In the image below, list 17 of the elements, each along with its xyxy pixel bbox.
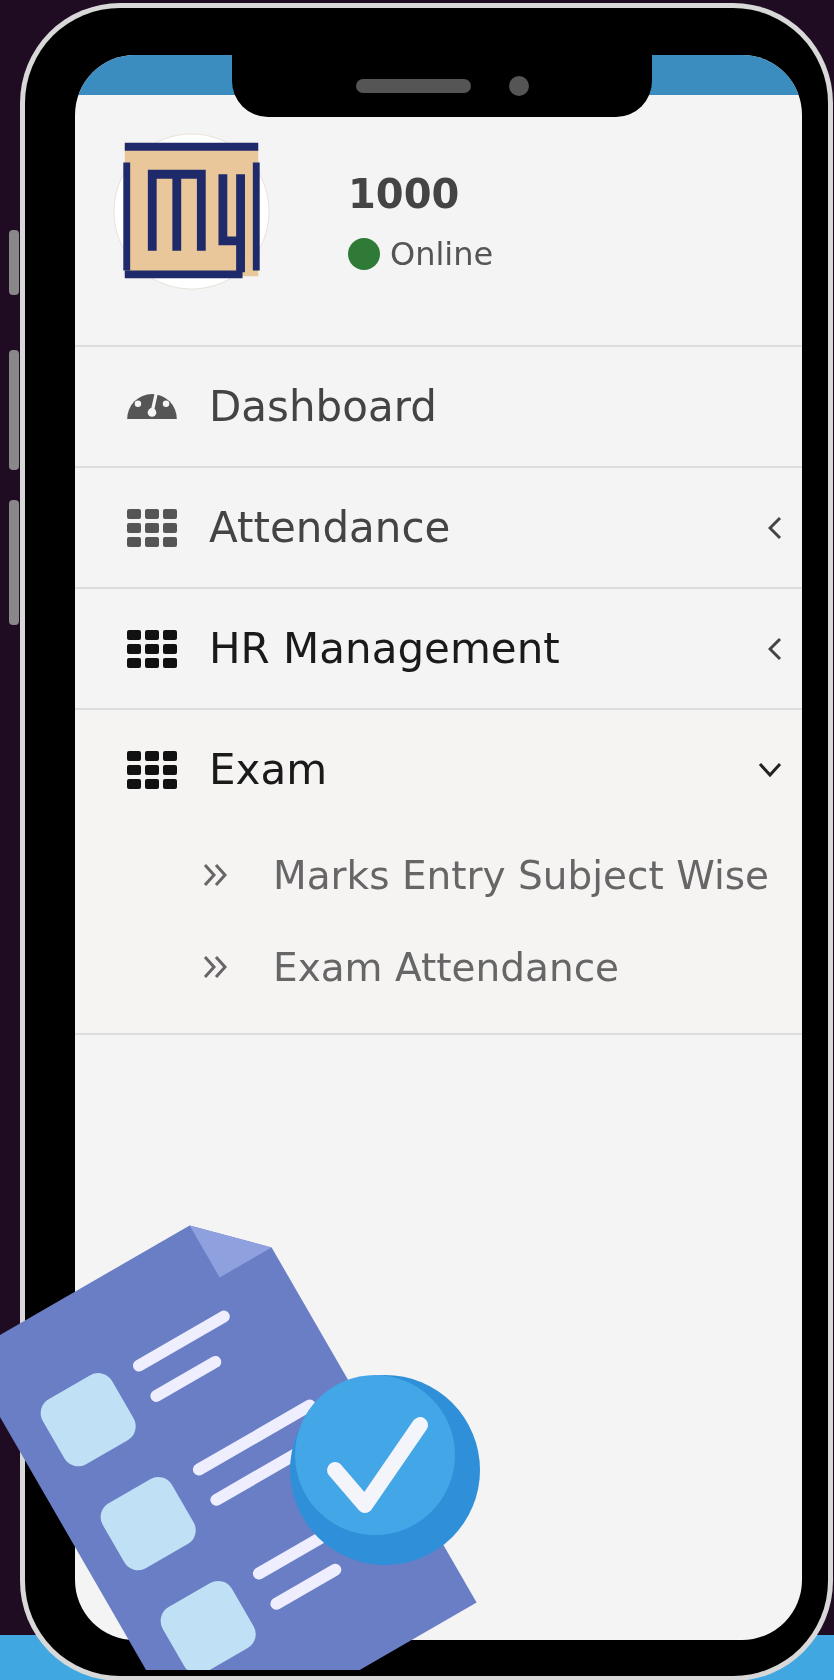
menu-item[interactable]: Attendance bbox=[75, 468, 802, 587]
submenu-item[interactable]: Exam Attendance bbox=[273, 944, 620, 990]
status-text: Online bbox=[390, 235, 494, 273]
double-chevron-icon bbox=[203, 955, 229, 979]
chevron-left-icon bbox=[768, 515, 782, 540]
grid-icon bbox=[127, 507, 177, 548]
submenu-item[interactable]: Marks Entry Subject Wise bbox=[273, 852, 770, 898]
user-name: 1000 bbox=[348, 171, 461, 217]
dashboard-icon bbox=[127, 393, 177, 420]
grid-icon bbox=[127, 749, 177, 790]
menu-item[interactable]: Dashboard bbox=[75, 347, 802, 466]
menu-item[interactable]: HR Management bbox=[75, 589, 802, 708]
double-chevron-icon bbox=[203, 863, 229, 887]
menu-item[interactable]: Exam bbox=[75, 710, 802, 829]
chevron-down-icon bbox=[758, 761, 782, 778]
grid-icon bbox=[127, 628, 177, 669]
chevron-left-icon bbox=[768, 636, 782, 661]
